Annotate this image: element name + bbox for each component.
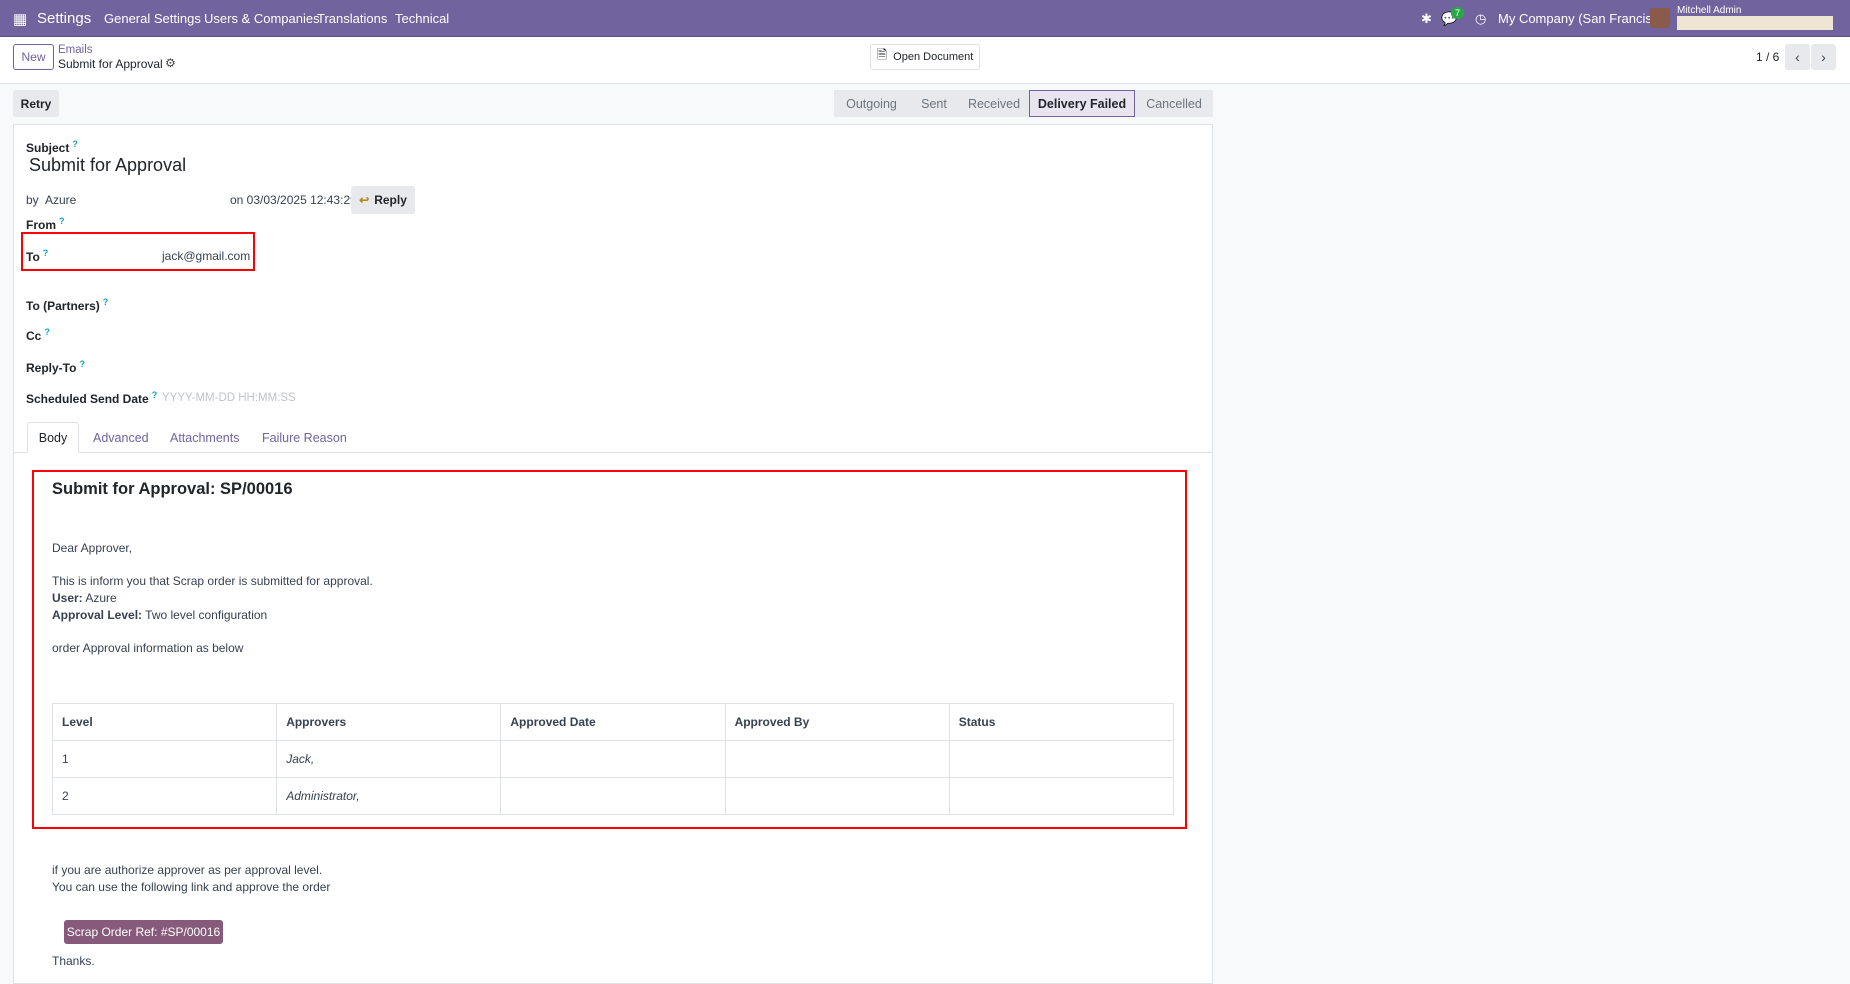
document-icon: 🗎 (876, 47, 888, 62)
tab-body[interactable]: Body (27, 422, 79, 453)
app-name[interactable]: Settings (37, 10, 91, 27)
pager-value[interactable]: 1 / 6 (1756, 50, 1779, 64)
scheduled-date-label: Scheduled Send Date? (26, 390, 158, 406)
user-name[interactable]: Mitchell Admin (1677, 5, 1741, 16)
approval-level-line: Approval Level: Two level configuration (52, 608, 268, 622)
user-avatar[interactable] (1650, 8, 1670, 28)
status-cancelled[interactable]: Cancelled (1135, 90, 1213, 117)
sent-date: on 03/03/2025 12:43:29 (230, 193, 357, 207)
pager-next-button[interactable]: › (1811, 44, 1836, 70)
open-document-button[interactable]: 🗎 Open Document (870, 44, 980, 70)
debug-bug-icon[interactable]: ✱ (1421, 11, 1432, 27)
tab-failure-reason[interactable]: Failure Reason (262, 422, 347, 453)
authorize-text: if you are authorize approver as per app… (52, 863, 323, 877)
to-partners-label: To (Partners)? (26, 297, 109, 313)
scrap-order-link-button[interactable]: Scrap Order Ref: #SP/00016 (64, 920, 223, 944)
to-label: To? (26, 248, 49, 264)
reply-arrow-icon: ↩ (359, 193, 370, 207)
tab-advanced[interactable]: Advanced (93, 422, 149, 453)
header-approved-by: Approved By (724, 703, 950, 741)
table-row: 1 Jack, (51, 740, 1175, 778)
thanks-text: Thanks. (52, 954, 95, 968)
subject-value[interactable]: Submit for Approval (29, 155, 186, 176)
cell-status (948, 740, 1175, 778)
by-prefix: by (26, 193, 39, 207)
open-document-label: Open Document (893, 51, 974, 63)
new-button[interactable]: New (13, 44, 54, 70)
breadcrumb-current: Submit for Approval (58, 57, 163, 71)
approval-table: Level Approvers Approved Date Approved B… (51, 703, 1175, 815)
cell-level: 1 (51, 740, 278, 778)
reply-to-label: Reply-To? (26, 359, 85, 375)
status-outgoing[interactable]: Outgoing (834, 90, 909, 117)
cell-approved-date (500, 740, 726, 778)
chat-count-badge: 7 (1451, 7, 1465, 19)
cell-level: 2 (51, 777, 278, 815)
greeting: Dear Approver, (52, 541, 133, 555)
menu-technical[interactable]: Technical (395, 11, 449, 26)
info-text: order Approval information as below (52, 641, 244, 655)
apps-menu-icon[interactable]: ▦ (13, 10, 27, 28)
status-received[interactable]: Received (959, 90, 1029, 117)
author: Azure (45, 193, 77, 207)
control-panel: New Emails Submit for Approval ⚙ 🗎 Open D… (0, 37, 1850, 84)
menu-general-settings[interactable]: General Settings (104, 11, 201, 26)
table-header-row: Level Approvers Approved Date Approved B… (51, 703, 1175, 741)
reply-label: Reply (374, 193, 407, 207)
status-delivery-failed[interactable]: Delivery Failed (1029, 90, 1135, 117)
retry-button[interactable]: Retry (13, 90, 59, 117)
to-field[interactable]: jack@gmail.com (162, 249, 250, 263)
company-switcher[interactable]: My Company (San Francisco) (1498, 11, 1670, 26)
breadcrumb-emails[interactable]: Emails (58, 44, 93, 56)
top-navbar: ▦ Settings General Settings Users & Comp… (0, 0, 1850, 37)
email-title: Submit for Approval: SP/00016 (52, 480, 293, 498)
subject-label: Subject? (26, 139, 78, 155)
menu-translations[interactable]: Translations (317, 11, 387, 26)
cc-label: Cc? (26, 327, 50, 343)
header-status: Status (948, 703, 1175, 741)
pager-previous-button[interactable]: ‹ (1785, 44, 1810, 70)
table-row: 2 Administrator, (51, 777, 1175, 815)
cell-approvers: Administrator, (276, 777, 502, 815)
intro-text: This is inform you that Scrap order is s… (52, 574, 373, 588)
tab-attachments[interactable]: Attachments (170, 422, 239, 453)
header-level: Level (51, 703, 278, 741)
cell-approved-by (724, 777, 950, 815)
header-approvers: Approvers (276, 703, 502, 741)
cell-approved-date (500, 777, 726, 815)
user-db-redacted (1677, 16, 1833, 30)
menu-users-companies[interactable]: Users & Companies (204, 11, 320, 26)
link-instruction-text: You can use the following link and appro… (52, 880, 331, 894)
status-sent[interactable]: Sent (909, 90, 959, 117)
reply-button[interactable]: ↩ Reply (351, 186, 415, 214)
cell-status (948, 777, 1175, 815)
from-label: From? (26, 216, 65, 232)
cell-approvers: Jack, (276, 740, 502, 778)
user-line: User: Azure (52, 591, 117, 605)
scheduled-date-input[interactable]: YYYY-MM-DD HH:MM:SS (162, 392, 296, 404)
activity-clock-icon[interactable]: ◷ (1475, 11, 1486, 27)
cell-approved-by (724, 740, 950, 778)
gear-icon[interactable]: ⚙ (165, 56, 176, 70)
header-approved-date: Approved Date (500, 703, 726, 741)
